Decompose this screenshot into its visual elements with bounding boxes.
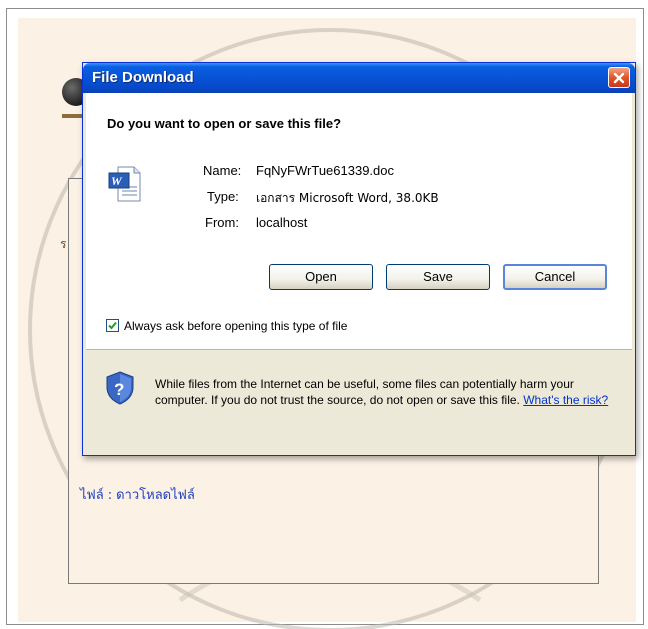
name-value: FqNyFWrTue61339.doc [256,163,395,178]
file-separator: : [107,488,113,503]
dialog-top-panel: Do you want to open or save this file? W… [86,93,632,350]
close-button[interactable] [608,67,630,88]
type-label: Type: [207,189,239,204]
from-label: From: [205,215,239,230]
file-label: ไฟล์ [80,488,104,503]
security-shield-question-icon: ? [106,371,134,405]
warning-text: While files from the Internet can be use… [155,377,574,407]
dialog-title: File Download [92,69,194,86]
name-label: Name: [203,163,242,178]
whats-the-risk-link[interactable]: What's the risk? [523,393,608,407]
file-download-dialog: File Download Do you want to open or sav… [82,62,636,456]
dialog-titlebar[interactable]: File Download [83,63,635,93]
cancel-button[interactable]: Cancel [503,264,607,290]
word-document-icon: W [108,166,141,202]
download-file-link[interactable]: ดาวโหลดไฟล์ [116,488,195,503]
close-icon [613,72,625,83]
dialog-question: Do you want to open or save this file? [107,116,342,131]
svg-text:?: ? [114,380,124,399]
open-button[interactable]: Open [269,264,373,290]
security-warning: While files from the Internet can be use… [155,376,615,408]
save-button[interactable]: Save [386,264,490,290]
file-download-line: ไฟล์: ดาวโหลดไฟล์ [80,484,195,505]
always-ask-label: Always ask before opening this type of f… [124,319,348,333]
always-ask-checkbox[interactable] [106,319,119,332]
type-value: เอกสาร Microsoft Word, 38.0KB [256,191,439,205]
partial-text: ร [60,237,67,251]
svg-text:W: W [111,174,123,188]
checkmark-icon [108,321,117,330]
from-value: localhost [256,215,308,230]
